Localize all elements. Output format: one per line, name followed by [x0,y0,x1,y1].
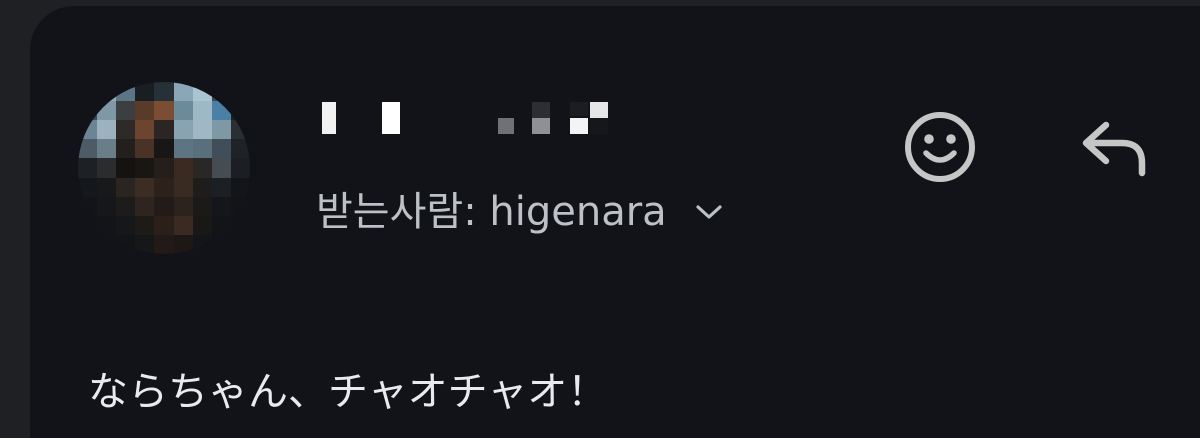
add-reaction-button[interactable] [898,107,982,191]
chevron-down-icon[interactable] [689,192,729,232]
recipient-label: 받는사람: higenara [316,189,667,235]
reply-button[interactable] [1072,107,1156,191]
message-body-text: ならちゃん、チャオチャオ！ [88,369,608,415]
reply-arrow-icon [1078,117,1150,181]
app-background: 받는사람: higenara ならちゃん、チャオチャオ！ [0,0,1200,438]
sender-avatar[interactable] [78,82,250,254]
sender-name-redacted [318,98,618,138]
recipient-line[interactable]: 받는사람: higenara [316,184,729,240]
smiley-face-icon [902,109,978,189]
